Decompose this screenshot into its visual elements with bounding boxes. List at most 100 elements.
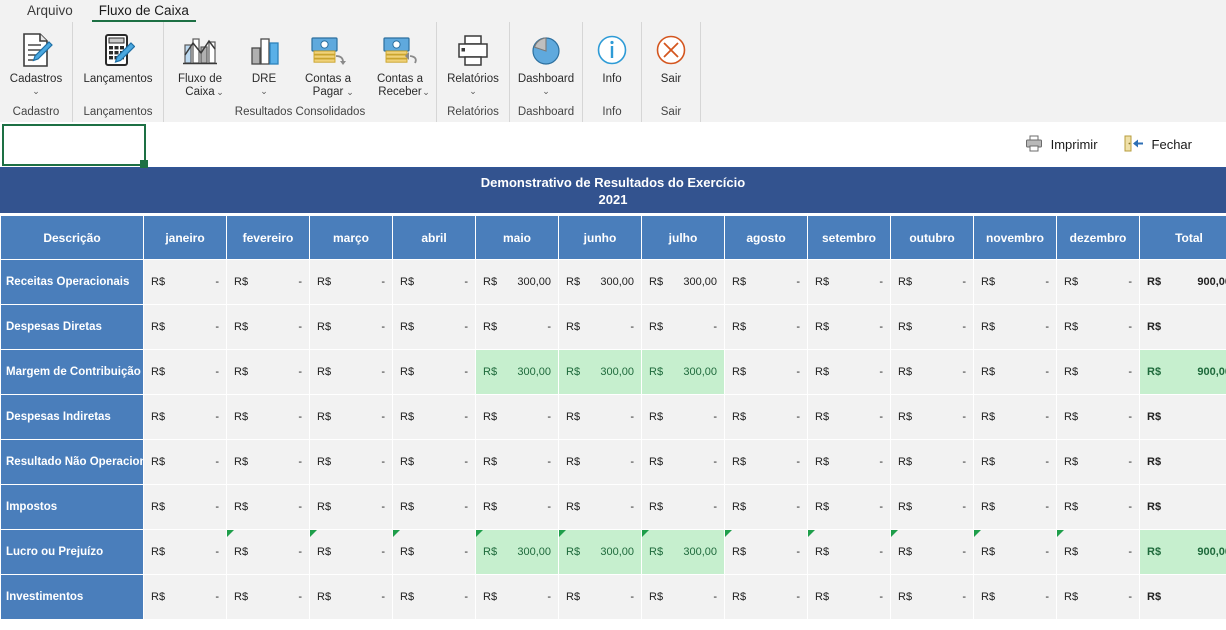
- table-cell[interactable]: R$-: [310, 350, 392, 394]
- table-cell[interactable]: R$-: [642, 440, 724, 484]
- selected-cell-box[interactable]: [2, 123, 148, 168]
- table-cell[interactable]: R$-: [393, 395, 475, 439]
- table-cell[interactable]: R$-: [891, 260, 973, 304]
- table-cell[interactable]: R$-: [891, 395, 973, 439]
- table-cell[interactable]: R$ 300,00: [559, 350, 641, 394]
- chevron-down-icon[interactable]: ⌄: [260, 87, 268, 96]
- table-cell[interactable]: R$-: [310, 440, 392, 484]
- table-cell[interactable]: R$-: [227, 440, 309, 484]
- table-cell[interactable]: R$-: [1057, 530, 1139, 574]
- table-cell[interactable]: R$-: [1057, 395, 1139, 439]
- table-cell[interactable]: R$-: [725, 575, 807, 619]
- chevron-down-icon[interactable]: ⌄: [422, 87, 430, 98]
- table-cell[interactable]: R$-: [144, 485, 226, 529]
- table-cell[interactable]: R$-: [144, 305, 226, 349]
- table-cell[interactable]: R$-: [808, 485, 890, 529]
- table-cell[interactable]: R$-: [808, 395, 890, 439]
- table-cell[interactable]: R$-: [393, 305, 475, 349]
- table-cell[interactable]: R$-: [559, 305, 641, 349]
- table-cell[interactable]: R$ 300,00: [559, 260, 641, 304]
- table-cell[interactable]: R$-: [227, 530, 309, 574]
- table-cell[interactable]: R$900,00: [1140, 350, 1226, 394]
- table-cell[interactable]: R$-: [310, 530, 392, 574]
- table-cell[interactable]: R$-: [144, 260, 226, 304]
- table-cell[interactable]: R$-: [393, 530, 475, 574]
- table-cell[interactable]: R$-: [891, 305, 973, 349]
- table-cell[interactable]: R$-: [974, 350, 1056, 394]
- table-cell[interactable]: R$-: [1057, 260, 1139, 304]
- table-cell[interactable]: R$ 300,00: [642, 350, 724, 394]
- table-cell[interactable]: R$-: [476, 395, 558, 439]
- table-cell[interactable]: R$-: [1057, 440, 1139, 484]
- table-cell[interactable]: R$-: [974, 530, 1056, 574]
- table-cell[interactable]: R$-: [393, 485, 475, 529]
- chevron-down-icon[interactable]: ⌄: [542, 87, 550, 96]
- table-cell[interactable]: R$-: [642, 485, 724, 529]
- table-cell[interactable]: R$-: [559, 395, 641, 439]
- table-cell[interactable]: R$-: [476, 305, 558, 349]
- table-cell[interactable]: R$ 300,00: [559, 530, 641, 574]
- table-cell[interactable]: R$-: [227, 395, 309, 439]
- table-cell[interactable]: R$-: [559, 575, 641, 619]
- table-cell[interactable]: R$-: [227, 350, 309, 394]
- contas-a-receber-button[interactable]: Contas a Receber ⌄: [364, 26, 436, 98]
- cadastros-button[interactable]: Cadastros ⌄: [0, 26, 72, 96]
- table-cell[interactable]: R$-: [144, 395, 226, 439]
- table-cell[interactable]: R$-: [808, 575, 890, 619]
- table-cell[interactable]: R$-: [642, 395, 724, 439]
- table-cell[interactable]: R$ 300,00: [642, 530, 724, 574]
- table-cell[interactable]: R$-: [974, 260, 1056, 304]
- imprimir-button[interactable]: Imprimir: [1025, 135, 1098, 155]
- table-cell[interactable]: R$-: [227, 485, 309, 529]
- table-cell[interactable]: R$-: [393, 260, 475, 304]
- chevron-down-icon[interactable]: ⌄: [32, 87, 40, 96]
- table-cell[interactable]: R$900,00: [1140, 260, 1226, 304]
- table-cell[interactable]: R$-: [227, 575, 309, 619]
- table-cell[interactable]: R$-: [808, 305, 890, 349]
- table-cell[interactable]: R$-: [1140, 485, 1226, 529]
- table-cell[interactable]: R$-: [144, 530, 226, 574]
- table-cell[interactable]: R$-: [891, 530, 973, 574]
- table-cell[interactable]: R$-: [310, 485, 392, 529]
- table-cell[interactable]: R$ 300,00: [476, 260, 558, 304]
- table-cell[interactable]: R$-: [725, 530, 807, 574]
- table-cell[interactable]: R$-: [642, 575, 724, 619]
- sair-button[interactable]: Sair: [642, 26, 700, 86]
- fechar-button[interactable]: Fechar: [1124, 135, 1192, 155]
- tab-arquivo[interactable]: Arquivo: [14, 3, 86, 22]
- dashboard-button[interactable]: Dashboard ⌄: [510, 26, 582, 96]
- table-cell[interactable]: R$-: [891, 440, 973, 484]
- chevron-down-icon[interactable]: ⌄: [216, 87, 224, 98]
- table-cell[interactable]: R$-: [891, 485, 973, 529]
- table-cell[interactable]: R$-: [725, 350, 807, 394]
- table-cell[interactable]: R$-: [227, 260, 309, 304]
- table-cell[interactable]: R$-: [393, 350, 475, 394]
- table-cell[interactable]: R$-: [1057, 575, 1139, 619]
- table-cell[interactable]: R$-: [1057, 350, 1139, 394]
- info-button[interactable]: Info: [583, 26, 641, 86]
- table-cell[interactable]: R$-: [1140, 395, 1226, 439]
- contas-a-pagar-button[interactable]: Contas a Pagar ⌄: [292, 26, 364, 98]
- table-cell[interactable]: R$-: [974, 395, 1056, 439]
- table-cell[interactable]: R$-: [393, 575, 475, 619]
- table-cell[interactable]: R$-: [393, 440, 475, 484]
- relatorios-button[interactable]: Relatórios ⌄: [437, 26, 509, 96]
- table-cell[interactable]: R$ 300,00: [476, 350, 558, 394]
- table-cell[interactable]: R$900,00: [1140, 530, 1226, 574]
- table-cell[interactable]: R$-: [1057, 305, 1139, 349]
- table-cell[interactable]: R$-: [1140, 440, 1226, 484]
- table-cell[interactable]: R$-: [1057, 485, 1139, 529]
- fluxo-de-caixa-button[interactable]: Fluxo de Caixa ⌄: [164, 26, 236, 98]
- table-cell[interactable]: R$-: [725, 260, 807, 304]
- table-cell[interactable]: R$-: [725, 395, 807, 439]
- table-cell[interactable]: R$ 300,00: [476, 530, 558, 574]
- table-cell[interactable]: R$-: [891, 575, 973, 619]
- table-cell[interactable]: R$-: [476, 440, 558, 484]
- table-cell[interactable]: R$-: [725, 485, 807, 529]
- table-cell[interactable]: R$-: [1140, 575, 1226, 619]
- table-cell[interactable]: R$-: [974, 305, 1056, 349]
- table-cell[interactable]: R$-: [144, 350, 226, 394]
- table-cell[interactable]: R$-: [310, 305, 392, 349]
- table-cell[interactable]: R$-: [310, 260, 392, 304]
- table-cell[interactable]: R$-: [642, 305, 724, 349]
